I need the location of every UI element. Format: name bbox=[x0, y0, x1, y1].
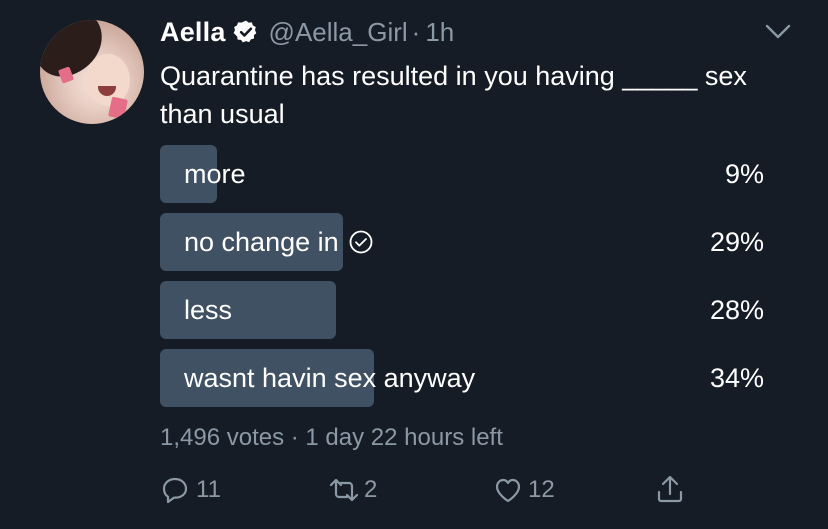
handle[interactable]: @Aella_Girl bbox=[269, 17, 408, 48]
avatar[interactable] bbox=[40, 20, 144, 124]
like-button[interactable]: 12 bbox=[492, 472, 555, 508]
check-circle-icon bbox=[349, 230, 373, 254]
retweet-count: 2 bbox=[364, 476, 378, 503]
action-bar: 11 2 12 bbox=[160, 472, 720, 508]
reply-icon bbox=[162, 477, 188, 504]
poll-option: less 28% bbox=[160, 281, 780, 339]
reply-count: 11 bbox=[196, 476, 221, 503]
poll-percent: 28% bbox=[709, 295, 764, 325]
chevron-down-icon[interactable] bbox=[764, 22, 792, 42]
like-icon bbox=[495, 478, 521, 503]
poll-option-label: wasnt havin sex anyway bbox=[184, 363, 476, 393]
poll-meta: 1,496 votes · 1 day 22 hours left bbox=[160, 424, 503, 451]
verified-badge-icon bbox=[233, 20, 256, 43]
reply-button[interactable]: 11 bbox=[160, 472, 221, 508]
retweet-button[interactable]: 2 bbox=[328, 472, 377, 508]
poll-percent: 34% bbox=[709, 363, 764, 393]
poll-percent: 29% bbox=[709, 227, 764, 257]
display-name[interactable]: Aella bbox=[160, 17, 226, 48]
like-count: 12 bbox=[528, 476, 555, 503]
tweet-text: Quarantine has resulted in you having __… bbox=[160, 61, 747, 129]
separator-dot: · bbox=[411, 16, 421, 47]
poll-option-label: less bbox=[184, 295, 233, 325]
tweet-header: Aella @Aella_Girl · 1h bbox=[160, 14, 454, 50]
poll: more 9% no change in 29% less 28% wasnt … bbox=[160, 145, 780, 417]
poll-option-label: more bbox=[184, 159, 246, 189]
poll-option-label: no change in bbox=[184, 227, 339, 257]
poll-option: more 9% bbox=[160, 145, 780, 203]
retweet-icon bbox=[329, 478, 359, 502]
poll-percent: 9% bbox=[724, 159, 764, 189]
poll-option: wasnt havin sex anyway 34% bbox=[160, 349, 780, 407]
share-button[interactable] bbox=[654, 472, 686, 508]
timestamp[interactable]: 1h bbox=[425, 17, 454, 48]
share-icon bbox=[657, 475, 683, 503]
poll-option: no change in 29% bbox=[160, 213, 780, 271]
